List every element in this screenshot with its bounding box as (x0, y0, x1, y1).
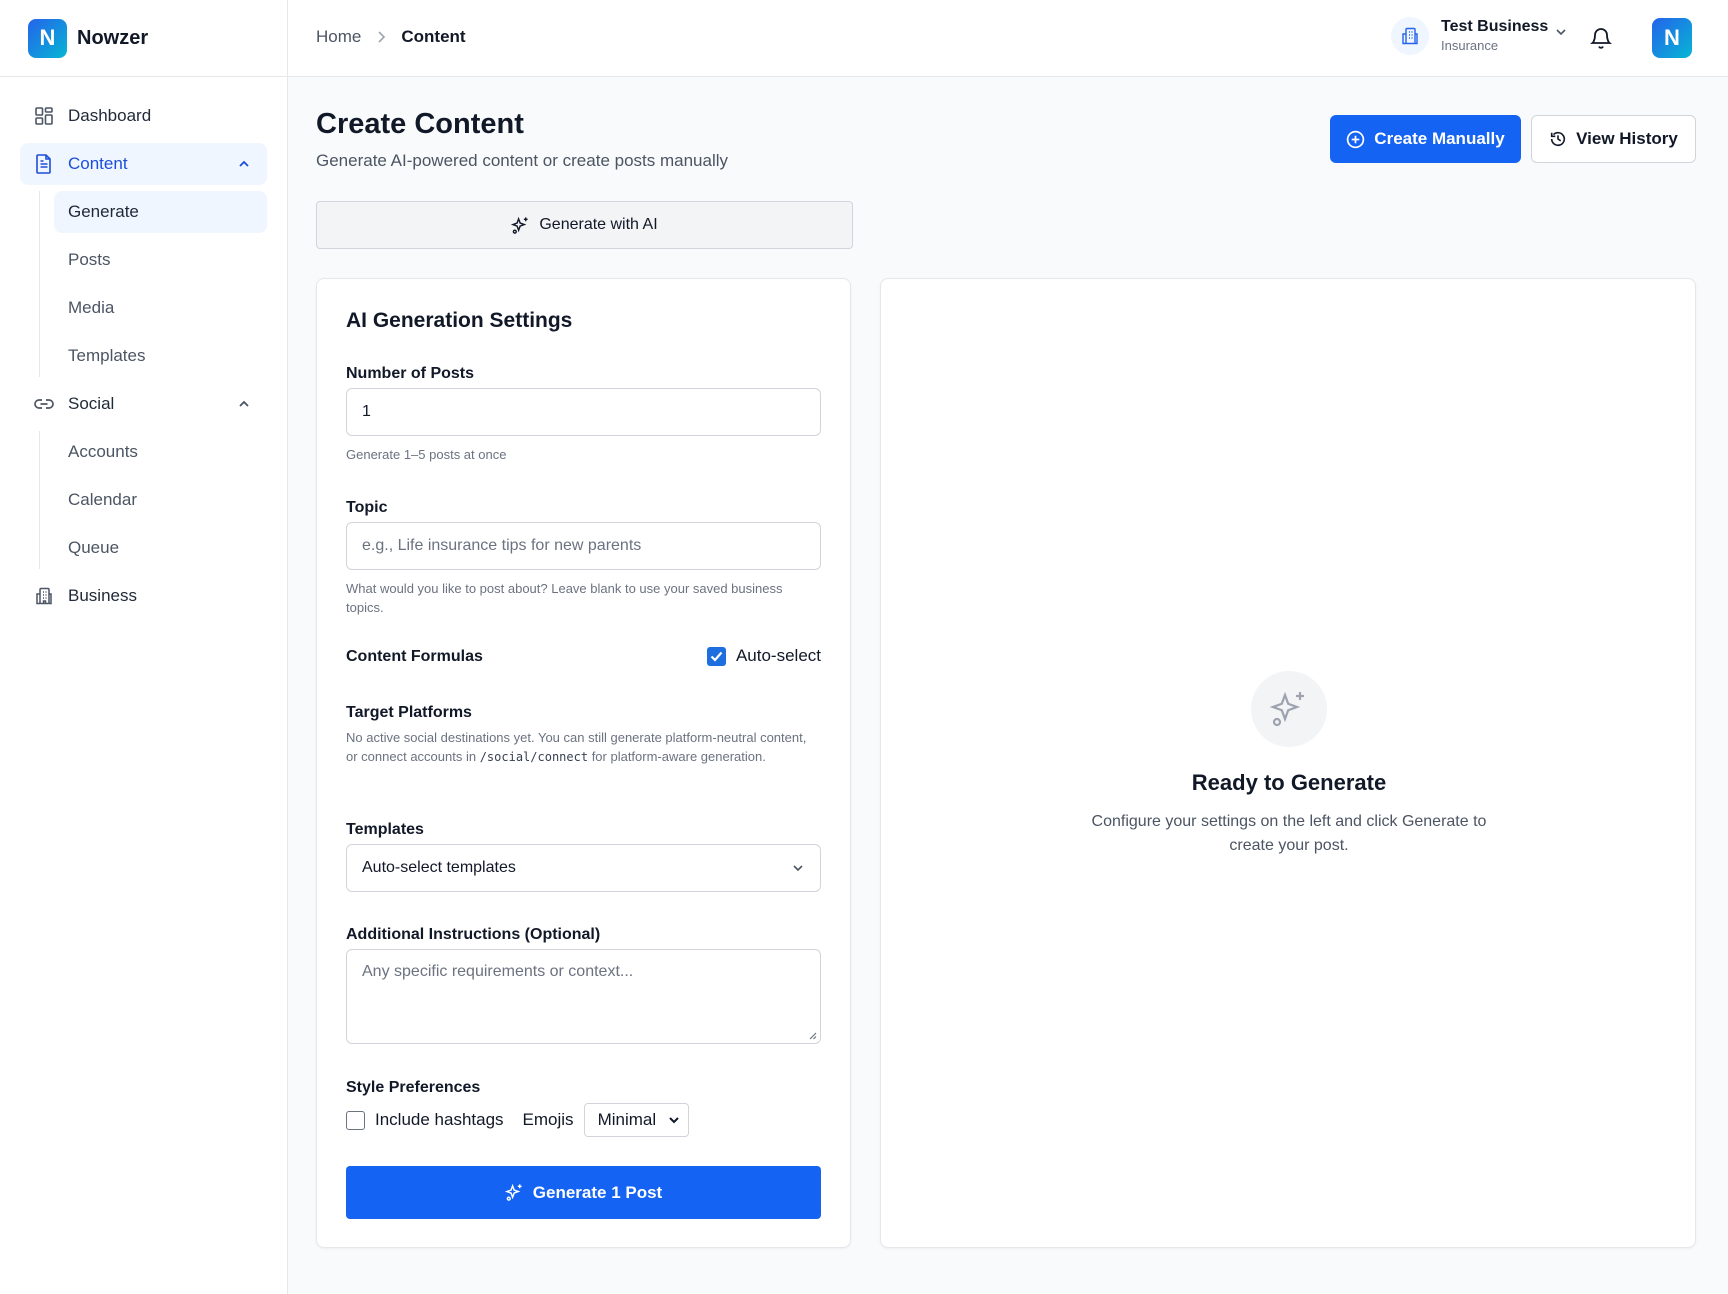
building-icon (1391, 17, 1429, 55)
create-manually-label: Create Manually (1374, 129, 1505, 148)
brand[interactable]: N Nowzer (0, 0, 287, 77)
templates-value: Auto-select templates (362, 859, 516, 876)
sparkles-icon (1251, 671, 1327, 747)
chevron-right-icon (375, 30, 387, 44)
sidebar-item-generate[interactable]: Generate (54, 191, 267, 233)
topic-input[interactable]: e.g., Life insurance tips for new parent… (346, 522, 821, 570)
auto-select-checkbox[interactable]: Auto-select (706, 646, 821, 666)
content-submenu: Generate Posts Media Templates (39, 191, 267, 377)
bell-icon[interactable] (1590, 26, 1612, 50)
plus-circle-icon (1346, 130, 1365, 149)
app-logo: N (28, 18, 67, 58)
instructions-label: Additional Instructions (Optional) (346, 926, 601, 943)
preview-panel: Ready to Generate Configure your setting… (880, 278, 1696, 1248)
num-posts-hint: Generate 1–5 posts at once (346, 447, 507, 462)
connect-path[interactable]: /social/connect (480, 750, 588, 764)
breadcrumb-current: Content (401, 27, 466, 46)
chevron-up-icon[interactable] (237, 396, 251, 416)
chevron-down-icon (668, 1114, 680, 1126)
emojis-label: Emojis (522, 1110, 574, 1129)
link-icon (34, 394, 54, 414)
chevron-down-icon (791, 861, 805, 875)
business-name: Test Business (1441, 18, 1549, 35)
page-title: Create Content (316, 108, 524, 140)
view-history-button[interactable]: View History (1531, 115, 1696, 163)
sidebar-item-calendar[interactable]: Calendar (54, 479, 267, 521)
sidebar-item-label: Social (68, 394, 115, 413)
building-icon (34, 586, 54, 606)
social-submenu: Accounts Calendar Queue (39, 431, 267, 569)
include-hashtags-label: Include hashtags (375, 1110, 504, 1129)
style-preferences-label: Style Preferences (346, 1079, 481, 1096)
ai-settings-card: AI Generation Settings Number of Posts 1… (316, 278, 851, 1248)
app-name: Nowzer (77, 26, 149, 49)
business-type: Insurance (1441, 38, 1499, 53)
tab-label: Generate with AI (539, 216, 658, 233)
sidebar-item-social[interactable]: Social (20, 383, 267, 425)
avatar[interactable]: N (1652, 18, 1692, 58)
generate-button-label: Generate 1 Post (532, 1182, 663, 1202)
sidebar-item-label: Dashboard (68, 106, 152, 125)
templates-label: Templates (346, 821, 424, 838)
page-subtitle: Generate AI-powered content or create po… (316, 151, 729, 170)
chevron-down-icon (1554, 25, 1568, 39)
breadcrumb-home[interactable]: Home (316, 27, 361, 47)
sidebar-item-label: Content (68, 154, 128, 173)
templates-select[interactable]: Auto-select templates (346, 844, 821, 892)
file-text-icon (34, 154, 54, 174)
sidebar-item-posts[interactable]: Posts (54, 239, 267, 281)
sidebar-item-templates[interactable]: Templates (54, 335, 267, 377)
content-formulas-label: Content Formulas (346, 648, 483, 665)
emojis-value: Minimal (597, 1110, 657, 1129)
num-posts-label: Number of Posts (346, 365, 475, 382)
view-history-label: View History (1576, 129, 1678, 148)
sidebar-item-business[interactable]: Business (20, 575, 267, 617)
sidebar-item-label: Business (68, 586, 137, 605)
target-platforms-label: Target Platforms (346, 704, 472, 721)
business-switcher[interactable]: Test Business Insurance (1391, 17, 1568, 55)
tab-generate-with-ai[interactable]: Generate with AI (316, 201, 853, 249)
target-platforms-hint: No active social destinations yet. You c… (346, 730, 807, 764)
sidebar-nav: Dashboard Content Generate Posts Media T… (0, 77, 287, 617)
instructions-placeholder: Any specific requirements or context... (362, 963, 634, 980)
topic-hint: What would you like to post about? Leave… (346, 581, 783, 615)
create-manually-button[interactable]: Create Manually (1330, 115, 1521, 163)
topic-label: Topic (346, 499, 388, 516)
sparkles-icon (504, 1183, 524, 1202)
style-preferences-row: Include hashtags Emojis Minimal (346, 1103, 690, 1137)
resize-handle-icon[interactable] (808, 1031, 817, 1040)
empty-state-title: Ready to Generate (1191, 770, 1387, 795)
sidebar: N Nowzer Dashboard Content Generate Post… (0, 0, 288, 1294)
num-posts-input[interactable]: 1 (346, 388, 821, 436)
history-icon (1549, 130, 1567, 148)
sidebar-item-queue[interactable]: Queue (54, 527, 267, 569)
breadcrumb: Home Content (316, 27, 466, 47)
sidebar-item-accounts[interactable]: Accounts (54, 431, 267, 473)
instructions-textarea[interactable]: Any specific requirements or context... (346, 949, 821, 1044)
chevron-up-icon[interactable] (237, 156, 251, 176)
checkbox-checked-icon (706, 646, 726, 666)
sidebar-item-dashboard[interactable]: Dashboard (20, 95, 267, 137)
card-title: AI Generation Settings (346, 309, 573, 332)
sidebar-item-content[interactable]: Content (20, 143, 267, 185)
generate-post-button[interactable]: Generate 1 Post (346, 1166, 821, 1219)
include-hashtags-checkbox[interactable] (346, 1110, 365, 1130)
grid-icon (34, 106, 54, 126)
topbar: Home Content Test Business Insurance N (288, 0, 1728, 77)
empty-state-text: Configure your settings on the left and … (1091, 813, 1487, 854)
auto-select-label: Auto-select (735, 646, 821, 665)
sidebar-item-media[interactable]: Media (54, 287, 267, 329)
sparkles-icon (511, 216, 530, 235)
emojis-select[interactable]: Minimal (583, 1103, 690, 1137)
